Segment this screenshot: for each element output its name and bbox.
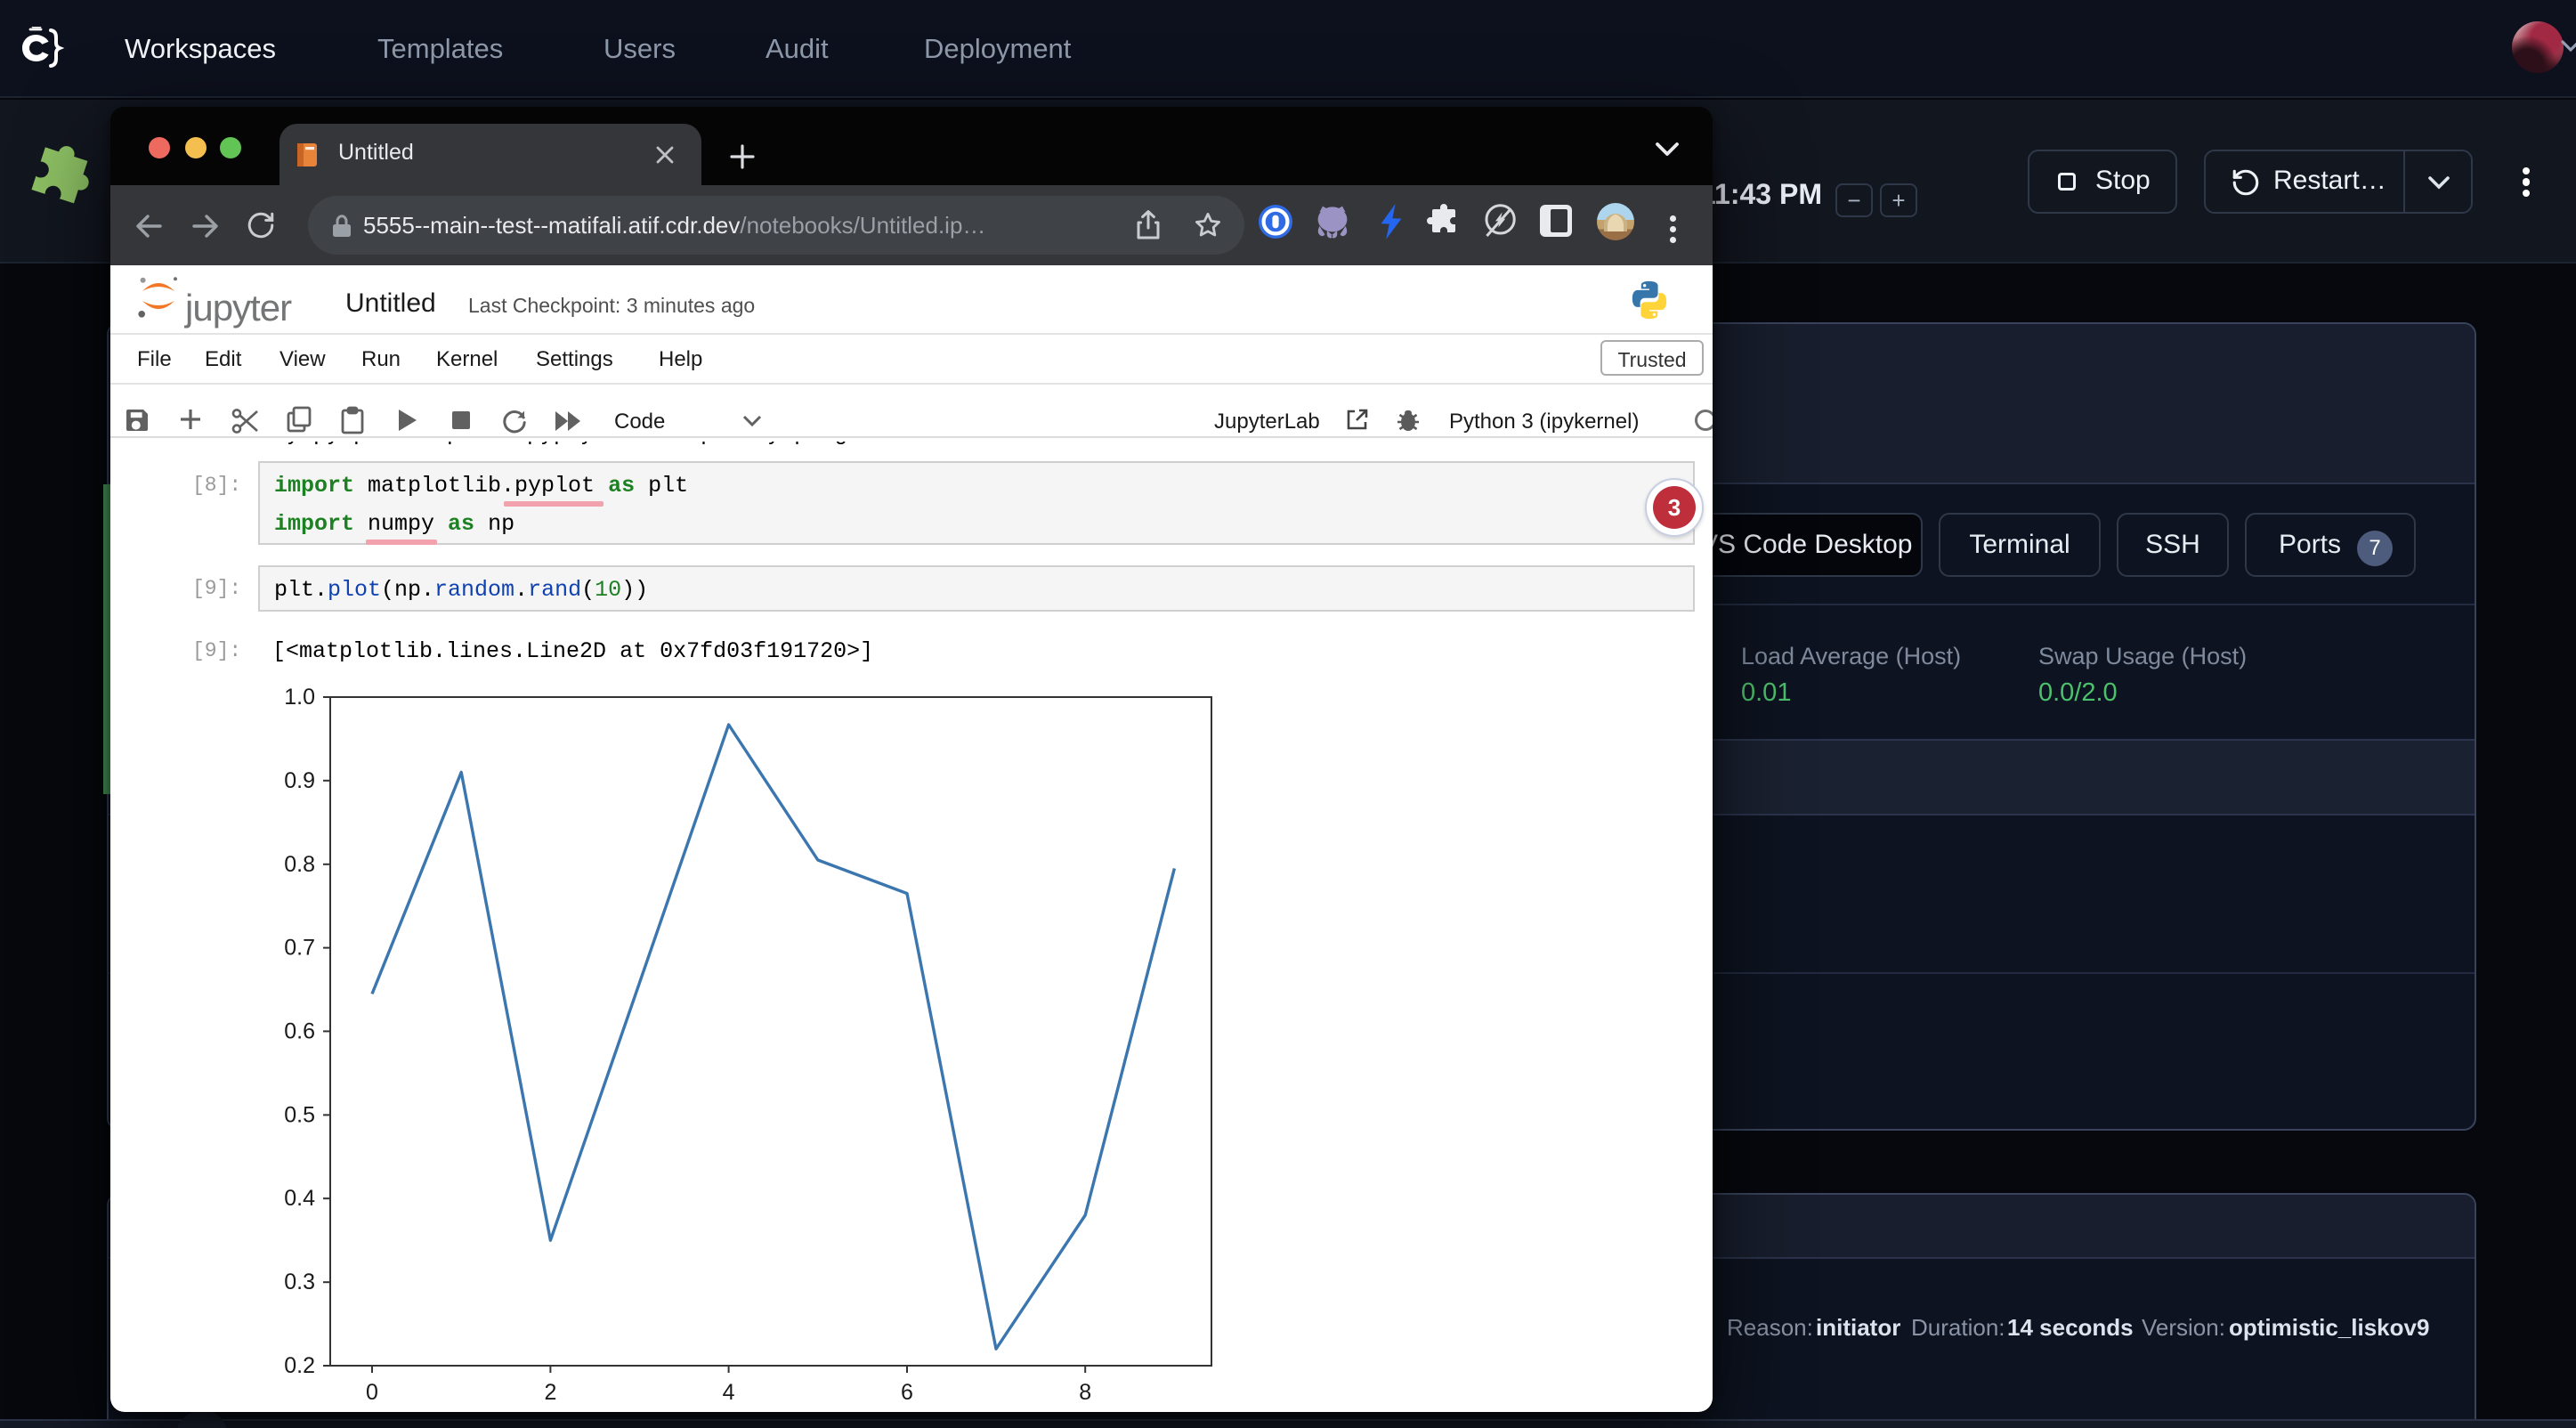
svg-text:1.0: 1.0: [284, 686, 315, 710]
svg-text:0: 0: [366, 1380, 378, 1405]
svg-text:4: 4: [723, 1380, 735, 1405]
svg-text:0.6: 0.6: [284, 1018, 315, 1043]
svg-text:0.8: 0.8: [284, 852, 315, 877]
svg-text:0.3: 0.3: [284, 1270, 315, 1294]
svg-text:0.7: 0.7: [284, 936, 315, 961]
svg-text:0.2: 0.2: [284, 1353, 315, 1378]
svg-text:2: 2: [544, 1380, 556, 1405]
svg-text:0.5: 0.5: [284, 1102, 315, 1127]
svg-text:0.9: 0.9: [284, 768, 315, 793]
svg-text:8: 8: [1079, 1380, 1091, 1405]
svg-text:6: 6: [901, 1380, 913, 1405]
svg-text:0.4: 0.4: [284, 1186, 315, 1211]
